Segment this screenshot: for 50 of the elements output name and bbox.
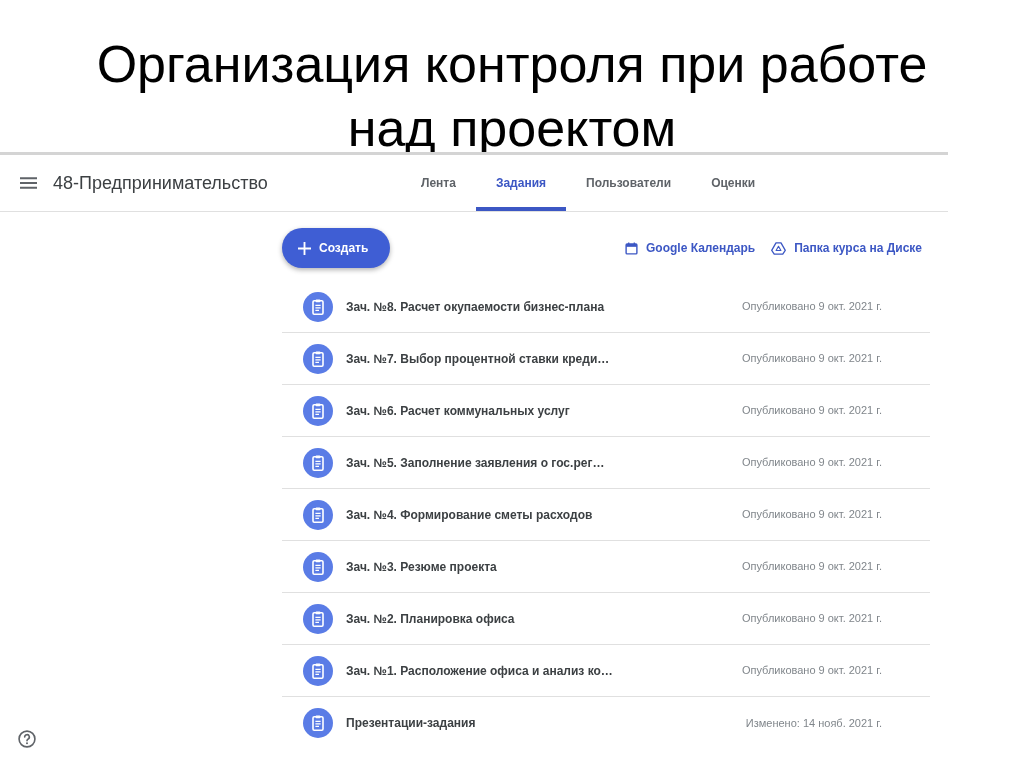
course-title: 48-Предпринимательство [53, 171, 268, 195]
assignment-date: Опубликовано 9 окт. 2021 г. [741, 299, 882, 315]
assignment-row[interactable]: Зач. №8. Расчет окупаемости бизнес-плана Опубликовано 9 окт. 2021 г. [282, 281, 930, 333]
assignment-title: Зач. №4. Формирование сметы расходов [346, 506, 593, 524]
assignment-row[interactable]: Зач. №4. Формирование сметы расходов Опубликовано 9 окт. 2021 г. [282, 489, 930, 541]
assignment-title: Зач. №6. Расчет коммунальных услуг [346, 402, 570, 420]
assignment-title: Зач. №7. Выбор процентной ставки креди… [346, 350, 610, 368]
clipboard-icon [303, 395, 333, 426]
assignment-row[interactable]: Зач. №3. Резюме проекта Опубликовано 9 окт. 2021 г. [282, 541, 930, 593]
clipboard-icon [303, 343, 333, 374]
assignment-row[interactable]: Зач. №2. Планировка офиса Опубликовано 9 окт. 2021 г. [282, 593, 930, 645]
clipboard-icon [303, 447, 333, 478]
clipboard-icon [303, 655, 333, 686]
assignment-row[interactable]: Зач. №5. Заполнение заявления о гос.рег… Опубликовано 9 окт. 2021 г. [282, 437, 930, 489]
assignment-row[interactable]: Зач. №7. Выбор процентной ставки креди… Опубликовано 9 окт. 2021 г. [282, 333, 930, 385]
assignment-row[interactable]: Зач. №1. Расположение офиса и анализ ко… Опубликовано 9 окт. 2021 г. [282, 645, 930, 697]
clipboard-icon [303, 499, 333, 530]
help-icon[interactable] [18, 730, 36, 748]
create-button[interactable]: Создать [282, 228, 391, 268]
assignment-title: Зач. №3. Резюме проекта [346, 558, 497, 576]
triangle-icon [771, 241, 787, 255]
assignment-date: Опубликовано 9 окт. 2021 г. [741, 507, 882, 523]
assignment-date: Изменено: 14 нояб. 2021 г. [745, 715, 882, 731]
assignment-title: Зач. №1. Расположение офиса и анализ ко… [346, 662, 613, 680]
nav-tab[interactable]: Пользователи [566, 155, 692, 211]
assignment-title: Презентации-задания [346, 715, 476, 732]
menu-icon[interactable] [20, 177, 37, 189]
clipboard-icon [303, 291, 333, 322]
nav-tab[interactable]: Лента [401, 155, 476, 211]
assignment-date: Опубликовано 9 окт. 2021 г. [741, 351, 882, 367]
clipboard-icon [303, 603, 333, 634]
course-link[interactable]: Папка курса на Диске [771, 239, 922, 257]
assignment-date: Опубликовано 9 окт. 2021 г. [741, 663, 882, 679]
assignment-row[interactable]: Зач. №6. Расчет коммунальных услуг Опубликовано 9 окт. 2021 г. [282, 385, 930, 437]
course-link[interactable]: Google Календарь [625, 239, 756, 257]
assignment-title: Зач. №2. Планировка офиса [346, 610, 515, 628]
assignment-date: Опубликовано 9 окт. 2021 г. [741, 403, 882, 419]
assignment-title: Зач. №5. Заполнение заявления о гос.рег… [346, 454, 605, 472]
assignment-date: Опубликовано 9 окт. 2021 г. [741, 559, 882, 575]
assignment-title: Зач. №8. Расчет окупаемости бизнес-плана [346, 298, 605, 316]
plus-icon [298, 241, 311, 255]
clipboard-icon [303, 708, 333, 738]
slide-title: Организация контроля при работе над проектом [95, 34, 929, 152]
calendar-icon [625, 241, 638, 255]
nav-tab[interactable]: Задания [475, 155, 566, 211]
nav-tab[interactable]: Оценки [691, 155, 776, 211]
clipboard-icon [303, 551, 333, 582]
assignment-date: Опубликовано 9 окт. 2021 г. [741, 455, 882, 471]
assignment-date: Опубликовано 9 окт. 2021 г. [741, 611, 882, 627]
assignment-row[interactable]: Презентации-задания Изменено: 14 нояб. 2021 г. [282, 697, 930, 749]
